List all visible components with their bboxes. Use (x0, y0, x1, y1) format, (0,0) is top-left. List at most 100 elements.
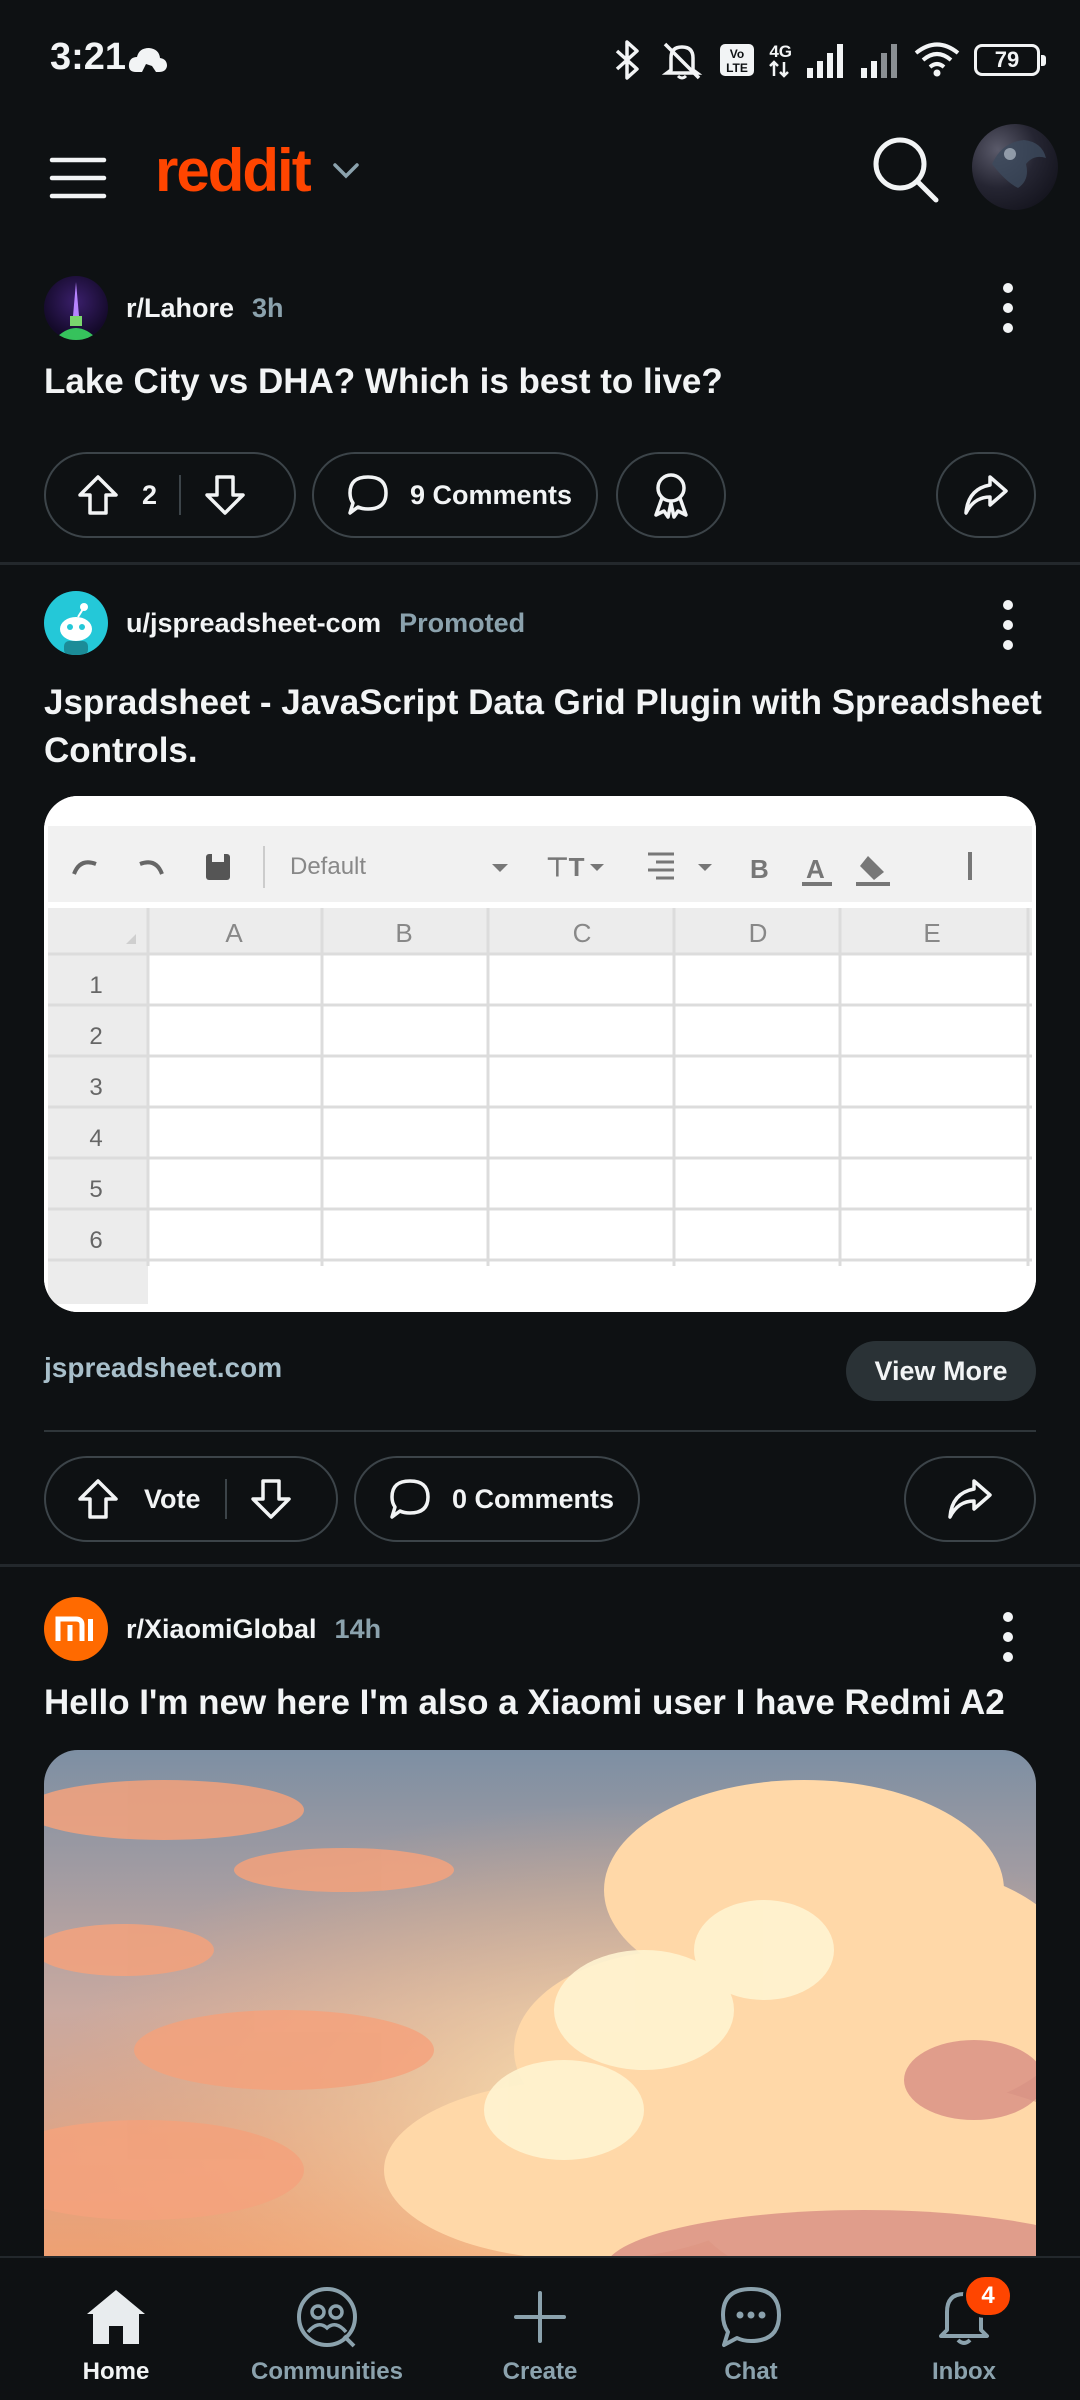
sunset-sky-image (44, 1750, 1036, 2270)
post-card[interactable]: r/Lahore 3h Lake City vs DHA? Which is b… (0, 250, 1080, 562)
search-icon (873, 137, 939, 203)
award-button[interactable] (616, 452, 726, 538)
post-options-button[interactable] (990, 1609, 1026, 1665)
comment-icon (390, 1479, 430, 1519)
vote-bar: 2 (44, 452, 296, 538)
nav-label: Chat (724, 2358, 778, 2385)
svg-text:5: 5 (89, 1176, 102, 1203)
vote-label: Vote (144, 1483, 201, 1514)
award-icon (654, 473, 688, 519)
vote-divider (179, 475, 182, 515)
svg-text:3: 3 (89, 1074, 102, 1101)
feed-selector[interactable]: reddit (155, 136, 360, 205)
nav-home[interactable]: Home (26, 2258, 206, 2400)
subreddit-avatar[interactable] (44, 1597, 108, 1661)
network-type: 4G (769, 41, 792, 61)
svg-text:A: A (225, 918, 243, 948)
svg-text:B: B (395, 918, 412, 948)
subreddit-name[interactable]: r/XiaomiGlobal (126, 1614, 317, 1645)
battery-icon: 79 (974, 44, 1046, 76)
comments-button[interactable]: 0 Comments (354, 1456, 640, 1542)
post-image[interactable] (44, 1750, 1036, 2270)
comments-count: 0 Comments (452, 1483, 615, 1514)
vote-bar: Vote (44, 1456, 338, 1542)
downvote-icon[interactable] (203, 473, 247, 517)
mi-logo-icon (55, 1616, 93, 1641)
post-meta: r/Lahore 3h (44, 276, 284, 340)
share-button[interactable] (904, 1456, 1036, 1542)
bell-icon: 4 (931, 2274, 1013, 2350)
post-title[interactable]: Hello I'm new here I'm also a Xiaomi use… (44, 1679, 1044, 1727)
subreddit-name[interactable]: r/Lahore (126, 293, 234, 324)
nav-inbox[interactable]: 4 Inbox (874, 2258, 1054, 2400)
bottom-navigation: Home Communities Create Chat 4 Inbox (0, 2256, 1080, 2400)
hamburger-icon (49, 157, 107, 199)
svg-text:1: 1 (89, 972, 102, 999)
post-title[interactable]: Jspradsheet - JavaScript Data Grid Plugi… (44, 679, 1044, 775)
svg-text:6: 6 (89, 1227, 102, 1254)
promoted-label: Promoted (399, 607, 526, 638)
svg-text:C: C (573, 918, 592, 948)
menu-button[interactable] (48, 148, 108, 208)
status-icons: Vo LTE 4G 79 (611, 38, 1046, 82)
weather-cloud-icon (128, 48, 167, 72)
nav-chat[interactable]: Chat (661, 2258, 841, 2400)
toolbar-font-select: Default (290, 853, 366, 880)
signal-1-icon (807, 44, 843, 78)
share-icon (948, 1479, 992, 1519)
downvote-icon[interactable] (249, 1477, 293, 1521)
ad-divider (44, 1430, 1036, 1432)
svg-text:2: 2 (89, 1023, 102, 1050)
vote-count: 2 (142, 479, 158, 510)
data-arrows-icon (769, 59, 790, 78)
upvote-icon[interactable] (76, 473, 120, 517)
battery-level: 79 (994, 47, 1020, 72)
volte-icon: Vo LTE (720, 44, 755, 76)
post-time: 14h (334, 1613, 382, 1644)
svg-text:E: E (923, 918, 940, 948)
post-options-button[interactable] (990, 280, 1026, 336)
status-bar: 3:21 Vo LTE 4G 79 (0, 0, 1080, 120)
svg-text:4: 4 (89, 1125, 102, 1152)
status-time: 3:21 (50, 36, 127, 78)
more-vertical-icon (1003, 1612, 1013, 1662)
author-avatar[interactable] (44, 591, 108, 655)
ad-link[interactable]: jspreadsheet.com (44, 1352, 282, 1384)
search-button[interactable] (868, 132, 942, 206)
share-button[interactable] (936, 452, 1036, 538)
avatar-image (992, 140, 1046, 188)
upvote-icon[interactable] (76, 1477, 120, 1521)
minar-icon (54, 282, 98, 340)
svg-text:B: B (750, 854, 769, 884)
post-meta: u/jspreadsheet-com Promoted (44, 591, 525, 655)
ad-image[interactable]: Default ⊤T B A A B C D E 1 2 3 4 5 6 (44, 796, 1036, 1312)
svg-text:⊤T: ⊤T (546, 852, 585, 882)
nav-communities[interactable]: Communities (237, 2258, 417, 2400)
svg-text:A: A (806, 854, 825, 884)
nav-label: Home (82, 2358, 150, 2385)
more-vertical-icon (1003, 283, 1013, 333)
post-options-button[interactable] (990, 597, 1026, 653)
wifi-icon (914, 42, 960, 77)
nav-label: Create (502, 2358, 578, 2385)
nav-create[interactable]: Create (450, 2258, 630, 2400)
comments-button[interactable]: 9 Comments (312, 452, 598, 538)
silent-bell-icon (662, 42, 703, 80)
svg-text:LTE: LTE (726, 61, 748, 75)
inbox-badge: 4 (963, 2274, 1013, 2318)
subreddit-avatar[interactable] (44, 276, 108, 340)
user-avatar[interactable] (972, 124, 1058, 210)
chat-icon (718, 2284, 784, 2350)
communities-icon (294, 2284, 360, 2350)
author-name[interactable]: u/jspreadsheet-com (126, 608, 381, 639)
post-title[interactable]: Lake City vs DHA? Which is best to live? (44, 358, 1044, 406)
comments-count: 9 Comments (410, 479, 573, 510)
svg-text:D: D (749, 918, 768, 948)
reddit-logo: reddit (155, 137, 312, 204)
post-time: 3h (252, 292, 284, 323)
svg-text:Vo: Vo (730, 47, 744, 61)
post-meta: r/XiaomiGlobal 14h (44, 1597, 381, 1661)
bluetooth-icon (616, 40, 640, 80)
view-more-button[interactable]: View More (846, 1341, 1036, 1401)
plus-icon (507, 2284, 573, 2350)
